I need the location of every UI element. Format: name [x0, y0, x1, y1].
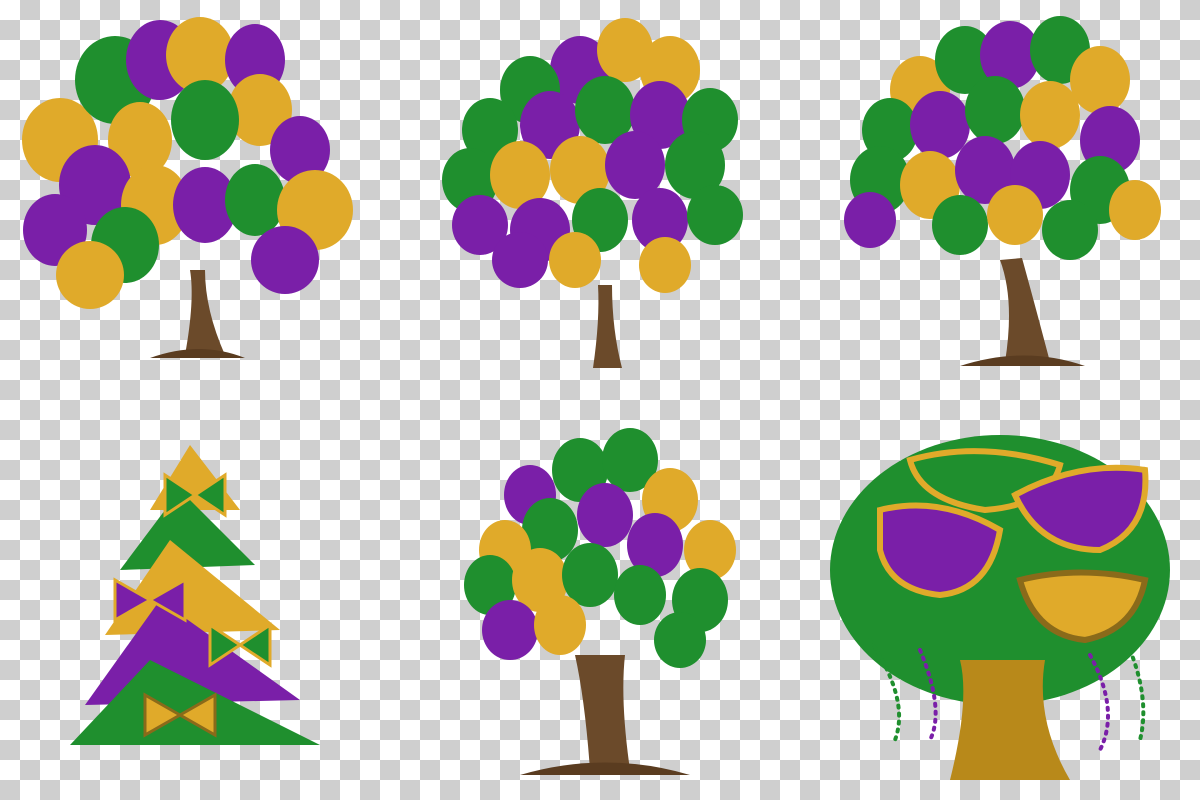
trunk	[185, 270, 225, 355]
balloon-tree-1-art	[22, 17, 353, 358]
trunk	[1000, 258, 1050, 362]
tree-tiers	[70, 445, 320, 745]
roots	[520, 762, 690, 775]
balloons	[442, 18, 743, 293]
mask-tree	[800, 400, 1200, 800]
balloon-tree-2	[400, 0, 800, 400]
balloon-tree-4	[400, 400, 800, 800]
balloon-tree-3-art	[844, 16, 1161, 366]
balloon-tree-1	[0, 0, 400, 400]
christmas-tree-bows-art	[70, 445, 320, 745]
trunk	[575, 655, 630, 770]
balloons	[844, 16, 1161, 260]
balloons	[464, 428, 736, 668]
roots	[150, 349, 245, 358]
trunk	[593, 285, 622, 368]
balloon-tree-3	[800, 0, 1200, 400]
balloons	[22, 17, 353, 309]
balloon-tree-2-art	[442, 18, 743, 368]
roots	[960, 355, 1085, 366]
mask-tree-art	[830, 435, 1170, 780]
christmas-tree-bows	[0, 400, 400, 800]
balloon-tree-4-art	[464, 428, 736, 775]
